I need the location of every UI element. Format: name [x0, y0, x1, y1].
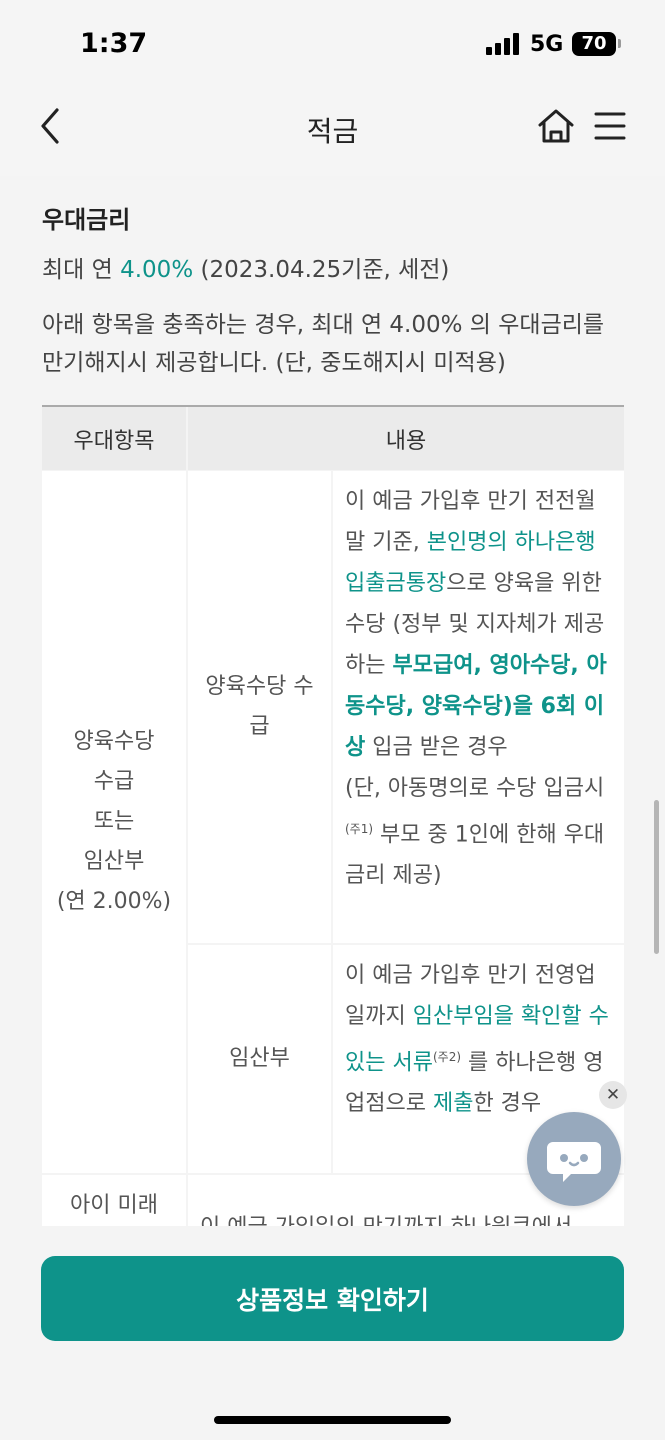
product-info-button[interactable]: 상품정보 확인하기 [41, 1256, 624, 1341]
max-rate-line: 최대 연 4.00% (2023.04.25기준, 세전) [42, 257, 450, 283]
nav-bar: 적금 [0, 90, 665, 176]
home-button[interactable] [536, 106, 576, 146]
group-label-child-future: 아이 미래 [42, 1175, 186, 1226]
bottom-bar: 상품정보 확인하기 [0, 1226, 665, 1440]
status-time: 1:37 [80, 28, 148, 59]
close-icon: ✕ [605, 1085, 621, 1105]
rate-description: 아래 항목을 충족하는 경우, 최대 연 4.00% 의 우대금리를 만기해지시… [42, 312, 605, 376]
footnote-2: (주2) [432, 1050, 462, 1064]
sub-label-pregnant: 임산부 [188, 945, 331, 1173]
row-allowance-content: 이 예금 가입후 만기 전전월말 기준, 본인명의 하나은행 입출금통장으로 양… [333, 471, 624, 943]
network-label: 5G [530, 32, 564, 57]
group-label-childcare: 양육수당 수급 또는 임산부 (연 2.00%) [42, 471, 186, 1173]
header-item: 우대항목 [42, 407, 186, 470]
menu-icon [594, 112, 626, 140]
chat-button[interactable] [527, 1112, 621, 1206]
section-title: 우대금리 [42, 206, 131, 234]
battery-tip [618, 39, 621, 48]
close-chat-button[interactable]: ✕ [599, 1081, 627, 1109]
max-rate-value: 4.00% [120, 257, 194, 283]
home-indicator [214, 1416, 451, 1424]
home-icon [538, 109, 574, 143]
footnote-1: (주1) [345, 822, 374, 836]
scrollbar-thumb[interactable] [654, 800, 659, 954]
status-bar: 1:37 5G 70 [0, 0, 665, 90]
chat-icon [547, 1142, 601, 1182]
menu-button[interactable] [592, 108, 628, 144]
sub-label-allowance: 양육수당 수급 [188, 471, 331, 943]
signal-icon [486, 33, 522, 55]
header-content: 내용 [188, 407, 624, 470]
content-area[interactable]: 우대금리 최대 연 4.00% (2023.04.25기준, 세전) 아래 항목… [0, 176, 665, 1226]
battery-icon: 70 [572, 32, 616, 56]
